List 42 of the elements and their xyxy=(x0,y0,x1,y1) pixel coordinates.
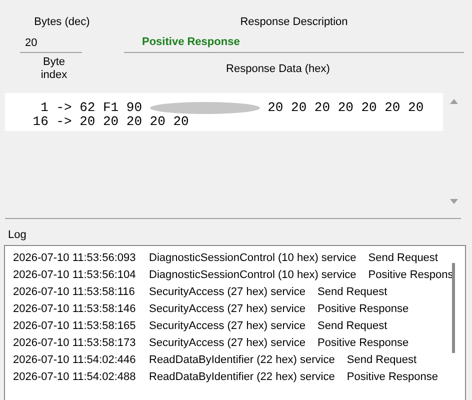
log-service: DiagnosticSessionControl (10 hex) service xyxy=(149,252,356,264)
hex-bytes: 20 20 20 20 20 xyxy=(80,115,189,129)
log-status: Positive Response xyxy=(318,336,409,348)
log-service: SecurityAccess (27 hex) service xyxy=(149,302,306,314)
response-description: Positive Response xyxy=(124,34,464,53)
bytes-label: Bytes (dec) xyxy=(33,16,91,29)
redaction-blur-icon xyxy=(150,102,260,114)
scrollbar-thumb[interactable] xyxy=(452,263,455,353)
byte-index: 1 xyxy=(40,101,48,115)
log-status: Send Request xyxy=(318,320,388,332)
log-time: 2026-07-10 11:54:02:488 xyxy=(13,370,137,382)
log-service: ReadDataByIdentifier (22 hex) service xyxy=(149,354,335,366)
log-status: Positive Respons xyxy=(368,268,454,280)
log-service: SecurityAccess (27 hex) service xyxy=(149,336,306,348)
hex-bytes: 62 F1 90 xyxy=(80,101,142,115)
log-status: Send Request xyxy=(318,286,388,298)
log-title: Log xyxy=(8,229,28,242)
log-time: 2026-07-10 11:53:58:116 xyxy=(13,286,136,298)
log-status: Send Request xyxy=(368,252,438,264)
log-service: DiagnosticSessionControl (10 hex) service xyxy=(149,268,356,280)
scroll-down-icon[interactable] xyxy=(450,199,458,204)
log-service: SecurityAccess (27 hex) service xyxy=(149,286,306,298)
scroll-up-icon[interactable] xyxy=(450,99,458,104)
arrow-text: -> xyxy=(56,115,72,129)
hex-bytes: 20 20 20 20 20 20 20 xyxy=(268,101,424,115)
log-status: Send Request xyxy=(346,354,417,366)
log-status: Positive Response xyxy=(346,370,438,382)
data-label: Response Data (hex) xyxy=(225,62,331,76)
log-time: 2026-07-10 11:53:58:173 xyxy=(13,336,137,348)
arrow-text: -> xyxy=(56,101,72,115)
log-service: ReadDataByIdentifier (22 hex) service xyxy=(149,370,335,382)
log-time: 2026-07-10 11:54:02:446 xyxy=(13,354,137,366)
byte-index-label: Byte index xyxy=(40,56,68,82)
log-service: SecurityAccess (27 hex) service xyxy=(149,320,306,332)
description-label: Response Description xyxy=(239,16,349,29)
byte-index: 16 xyxy=(32,115,48,129)
log-time: 2026-07-10 11:53:56:093 xyxy=(13,252,137,264)
bytes-field[interactable]: 20 xyxy=(20,34,82,53)
log-status: Positive Response xyxy=(318,302,409,314)
log-time: 2026-07-10 11:53:56:104 xyxy=(13,268,137,280)
log-time: 2026-07-10 11:53:58:165 xyxy=(13,320,137,332)
log-time: 2026-07-10 11:53:58:146 xyxy=(13,302,137,314)
